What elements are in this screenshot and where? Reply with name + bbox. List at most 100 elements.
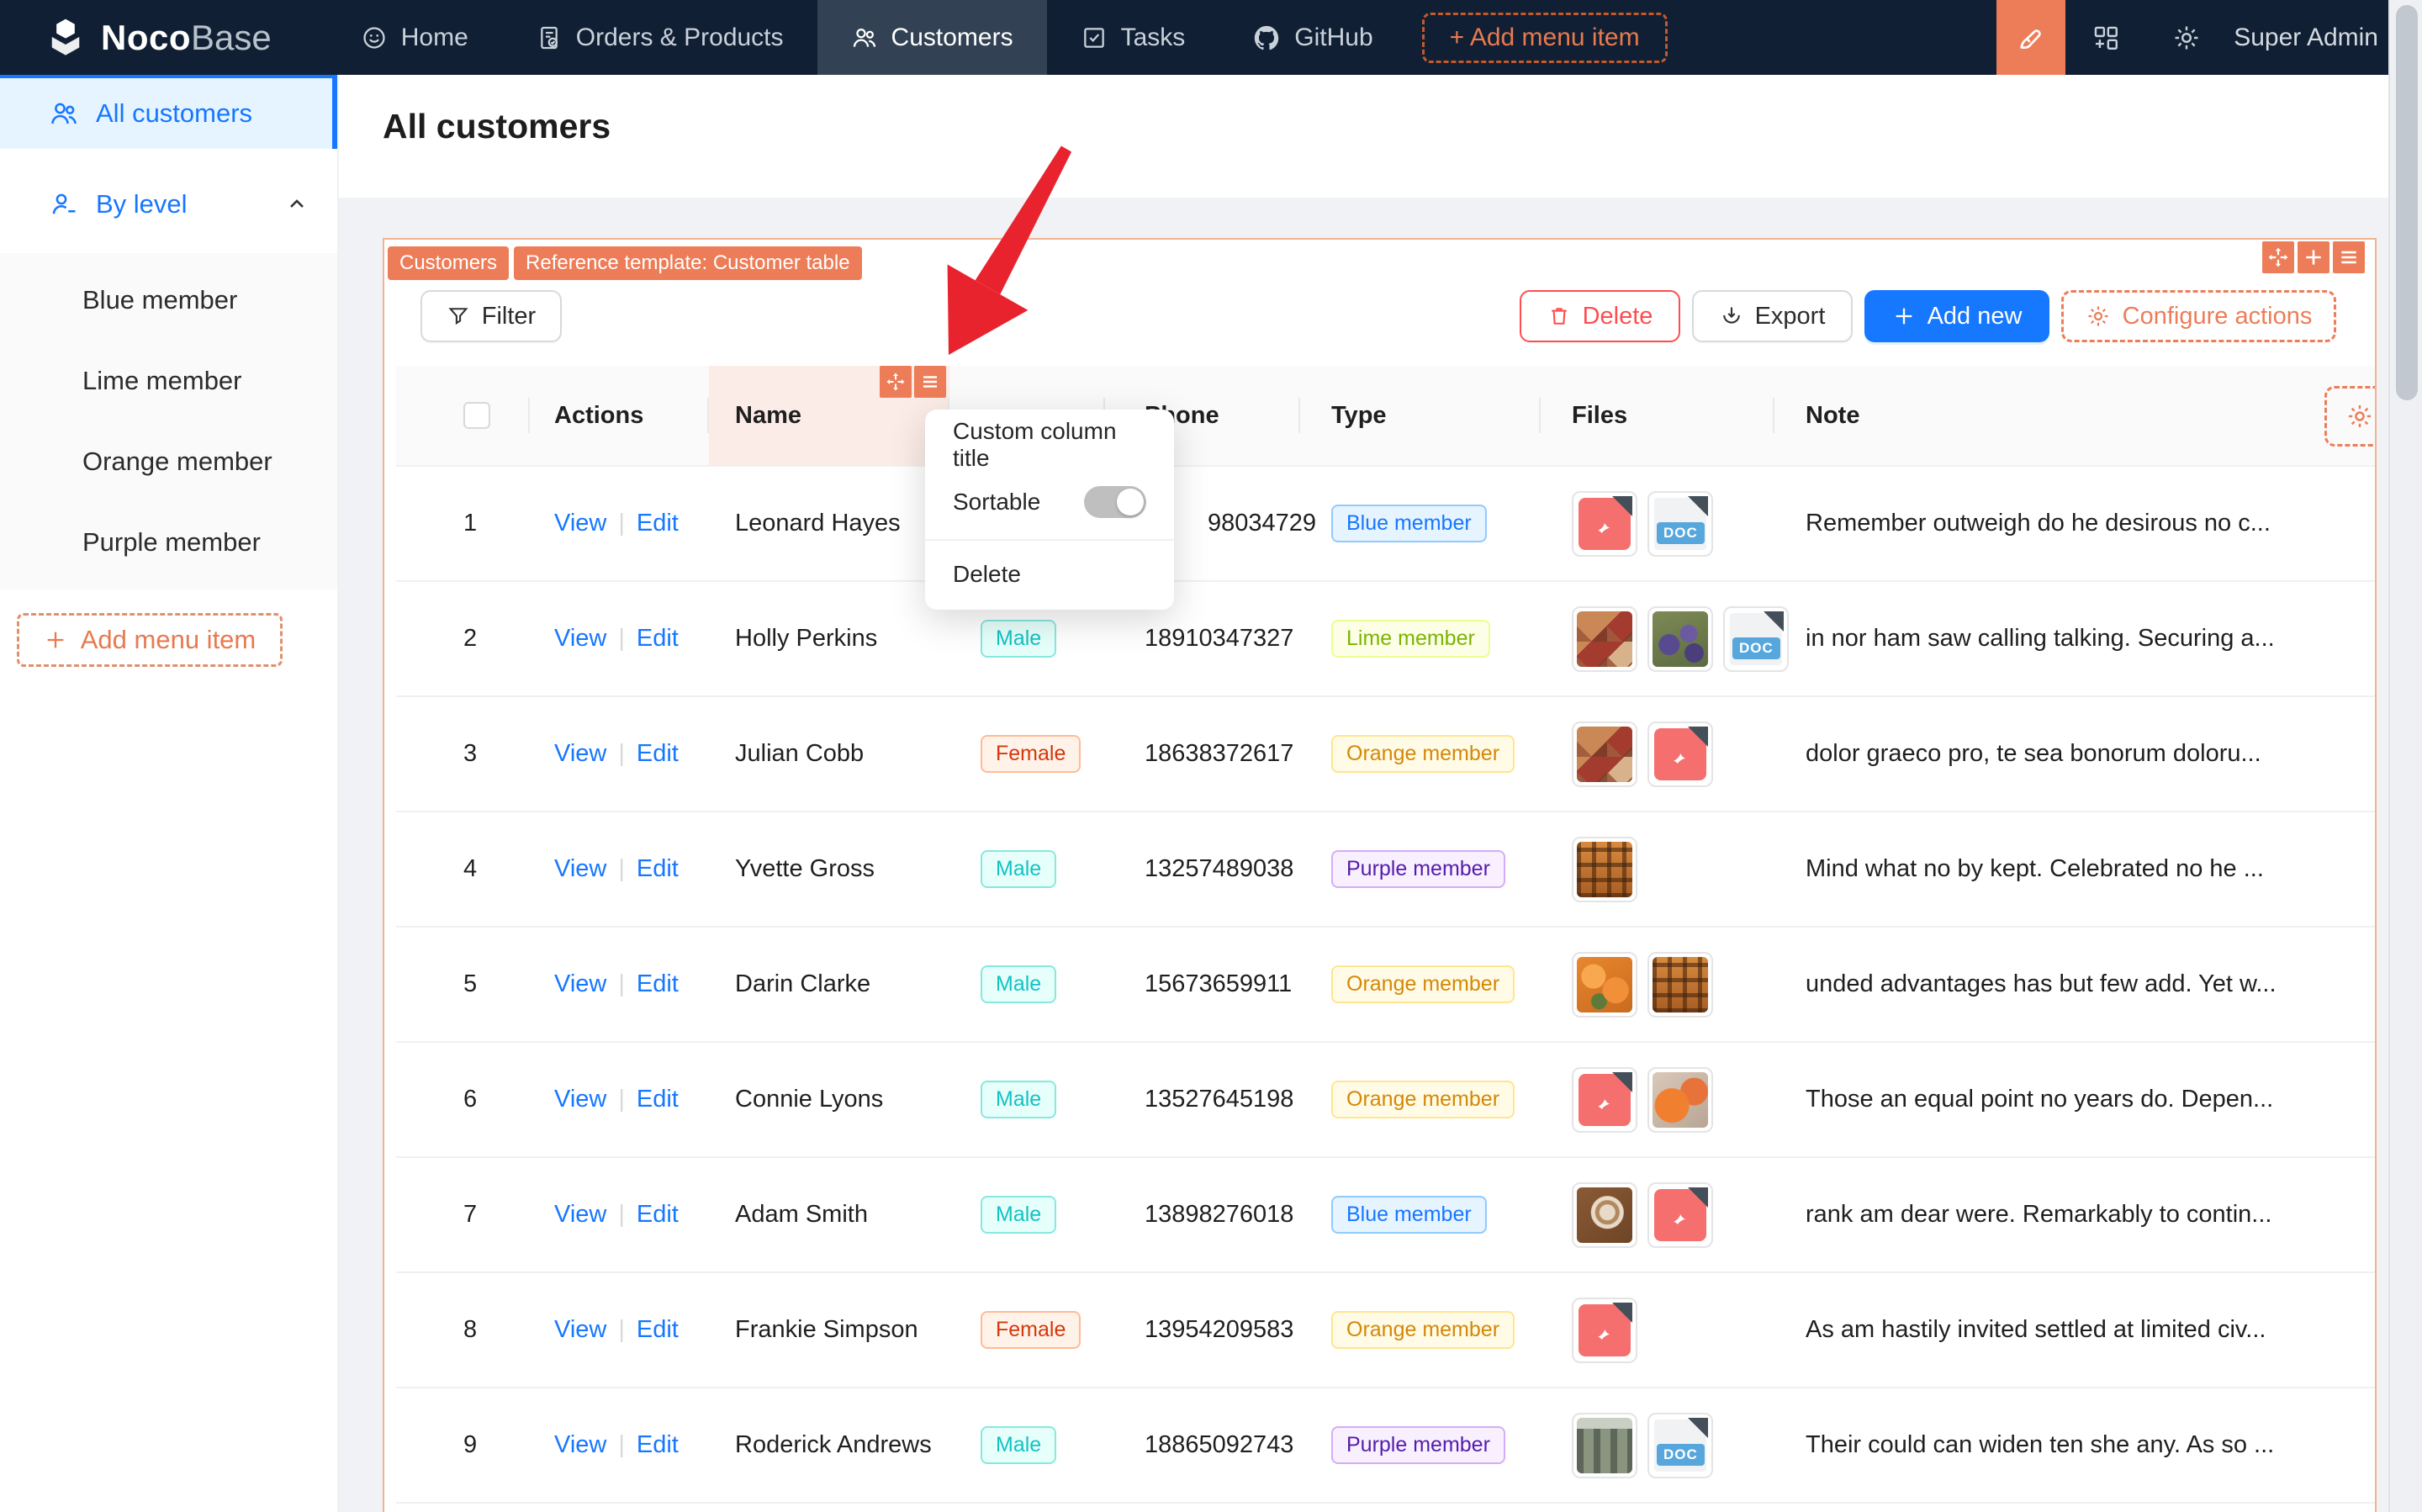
image-file-icon[interactable] [1572, 721, 1637, 787]
image-file-icon[interactable] [1572, 951, 1637, 1018]
nav-label: Home [400, 23, 468, 51]
column-menu-icon[interactable] [914, 366, 946, 398]
member-type-badge: Orange member [1331, 965, 1515, 1004]
edit-link[interactable]: Edit [637, 1431, 679, 1459]
edit-link[interactable]: Edit [637, 1316, 679, 1344]
nav-add-menu-item-button[interactable]: + Add menu item [1421, 12, 1668, 63]
scrollbar-thumb[interactable] [2396, 5, 2418, 400]
sidebar-add-menu-item-button[interactable]: Add menu item [17, 613, 283, 667]
menu-item-label: Custom column title [953, 418, 1117, 471]
smiley-icon [361, 24, 388, 51]
header-label: Type [1331, 401, 1387, 429]
settings-button[interactable] [2146, 0, 2227, 75]
action-separator: | [618, 970, 625, 997]
pdf-file-icon[interactable] [1647, 721, 1713, 787]
nav-add-label: + Add menu item [1449, 23, 1640, 51]
column-designer-toolbar [880, 366, 946, 398]
edit-link[interactable]: Edit [637, 1201, 679, 1229]
customers-table: Actions Name Phone Type Files Note 1 Vie… [396, 366, 2375, 1512]
plus-icon [44, 628, 67, 652]
sidebar-item-blue-member[interactable]: Blue member [0, 260, 337, 341]
block-menu-icon[interactable] [2333, 241, 2365, 273]
view-link[interactable]: View [554, 1316, 606, 1344]
files-cell: DOC [1541, 582, 1789, 695]
edit-link[interactable]: Edit [637, 510, 679, 537]
doc-file-icon[interactable]: DOC [1723, 605, 1789, 672]
export-button[interactable]: Export [1692, 290, 1853, 342]
sidebar-item-lime-member[interactable]: Lime member [0, 341, 337, 421]
drag-move-icon[interactable] [2262, 241, 2294, 273]
plugin-manager-button[interactable] [2065, 0, 2146, 75]
configure-columns-button[interactable] [2324, 386, 2375, 447]
edit-link[interactable]: Edit [637, 625, 679, 653]
nav-item-tasks[interactable]: Tasks [1047, 0, 1219, 75]
image-file-icon[interactable] [1647, 951, 1713, 1018]
sidebar-item-all-customers[interactable]: All customers [0, 75, 337, 149]
edit-link[interactable]: Edit [637, 740, 679, 768]
row-index: 4 [463, 855, 478, 882]
funnel-icon [447, 304, 470, 328]
user-menu[interactable]: Super Admin [2234, 24, 2378, 52]
action-bar-right: Delete Export Add new Configure actions [1520, 290, 2336, 342]
files-cell [1541, 1273, 1774, 1387]
member-type-badge: Blue member [1331, 504, 1487, 543]
nav-item-github[interactable]: GitHub [1219, 0, 1406, 75]
configure-actions-label: Configure actions [2122, 302, 2313, 330]
table-row: 8 View | Edit Frankie Simpson Female 13954… [396, 1273, 2375, 1388]
row-index: 7 [463, 1201, 478, 1228]
view-link[interactable]: View [554, 1201, 606, 1229]
name-cell: Leonard Hayes [735, 510, 901, 537]
image-file-icon[interactable] [1647, 1066, 1713, 1133]
nav-item-customers[interactable]: Customers [817, 0, 1047, 75]
column-drag-move-icon[interactable] [880, 366, 912, 398]
sidebar-item-label: All customers [96, 98, 253, 128]
view-link[interactable]: View [554, 740, 606, 768]
view-link[interactable]: View [554, 855, 606, 883]
type-cell: Orange member [1300, 697, 1541, 811]
view-link[interactable]: View [554, 510, 606, 537]
nav-item-orders-products[interactable]: Orders & Products [502, 0, 817, 75]
menu-item-delete-column[interactable]: Delete [925, 547, 1174, 601]
sidebar-item-purple-member[interactable]: Purple member [0, 502, 337, 583]
app-screen: NocoBase Home Orders & Products Customer… [0, 0, 2422, 1512]
gear-icon [2345, 402, 2374, 431]
menu-item-custom-column-title[interactable]: Custom column title [925, 418, 1174, 472]
edit-link[interactable]: Edit [637, 970, 679, 998]
files-cell [1541, 812, 1774, 926]
filter-button[interactable]: Filter [420, 290, 562, 342]
add-block-icon[interactable] [2298, 241, 2329, 273]
type-cell: Purple member [1300, 812, 1541, 926]
sortable-toggle[interactable] [1084, 486, 1146, 518]
select-all-checkbox[interactable] [463, 402, 490, 429]
view-link[interactable]: View [554, 1086, 606, 1113]
view-link[interactable]: View [554, 970, 606, 998]
menu-item-sortable[interactable]: Sortable [925, 472, 1174, 532]
view-link[interactable]: View [554, 625, 606, 653]
image-file-icon[interactable] [1572, 605, 1637, 672]
edit-link[interactable]: Edit [637, 855, 679, 883]
configure-actions-button[interactable]: Configure actions [2061, 290, 2336, 342]
pdf-file-icon[interactable] [1647, 1182, 1713, 1248]
brand-logo[interactable]: NocoBase [44, 16, 272, 60]
header-name[interactable]: Name [709, 366, 949, 465]
doc-file-icon[interactable]: DOC [1647, 490, 1713, 557]
sidebar-item-by-level[interactable]: By level [0, 167, 337, 241]
pdf-file-icon[interactable] [1572, 1066, 1637, 1133]
image-file-icon[interactable] [1647, 605, 1713, 672]
vertical-scrollbar[interactable] [2388, 0, 2422, 1512]
ui-editor-button[interactable] [1996, 0, 2066, 75]
image-file-icon[interactable] [1572, 1182, 1637, 1248]
nav-item-home[interactable]: Home [327, 0, 502, 75]
pdf-file-icon[interactable] [1572, 1297, 1637, 1363]
doc-file-icon[interactable]: DOC [1647, 1412, 1713, 1478]
chevron-up-icon[interactable] [285, 193, 309, 216]
edit-link[interactable]: Edit [637, 1086, 679, 1113]
image-file-icon[interactable] [1572, 836, 1637, 902]
view-link[interactable]: View [554, 1431, 606, 1459]
image-file-icon[interactable] [1572, 1412, 1637, 1478]
add-new-button[interactable]: Add new [1864, 290, 2049, 342]
name-cell: Frankie Simpson [735, 1316, 918, 1343]
sidebar-item-orange-member[interactable]: Orange member [0, 421, 337, 502]
pdf-file-icon[interactable] [1572, 490, 1637, 557]
delete-button[interactable]: Delete [1520, 290, 1680, 342]
